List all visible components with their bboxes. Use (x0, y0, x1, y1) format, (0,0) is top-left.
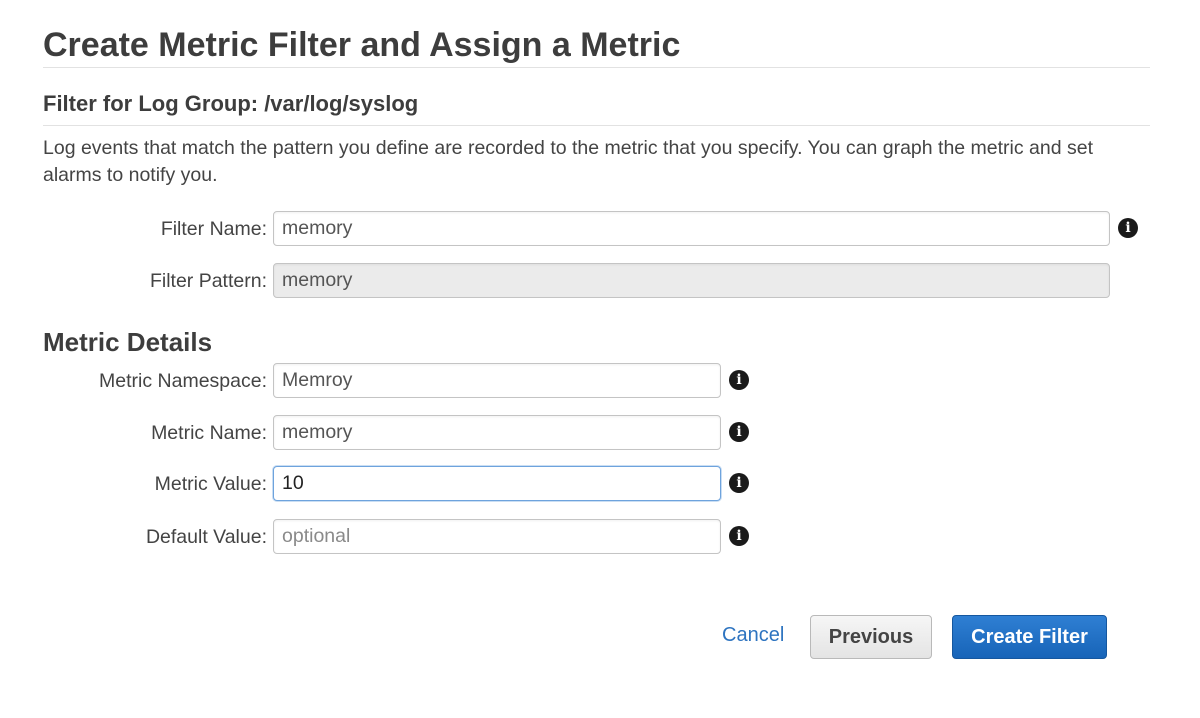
metric-name-label: Metric Name: (151, 422, 267, 444)
create-filter-button[interactable]: Create Filter (952, 615, 1107, 659)
filter-pattern-input (273, 263, 1110, 298)
metric-details-heading: Metric Details (43, 327, 213, 357)
filter-pattern-label: Filter Pattern: (149, 270, 267, 292)
default-value-input[interactable] (273, 519, 721, 554)
cancel-link[interactable]: Cancel (722, 624, 784, 647)
subtitle-divider (43, 125, 1150, 126)
log-group-subtitle: Filter for Log Group: /var/log/syslog (43, 91, 419, 116)
filter-name-label: Filter Name: (160, 218, 267, 240)
page-title: Create Metric Filter and Assign a Metric (43, 26, 681, 64)
create-metric-filter-page: Create Metric Filter and Assign a Metric… (0, 0, 1200, 718)
filter-name-info-icon[interactable]: i (1118, 218, 1138, 238)
metric-namespace-info-icon[interactable]: i (729, 370, 749, 390)
previous-button[interactable]: Previous (810, 615, 932, 659)
metric-value-label: Metric Value: (154, 473, 267, 495)
filter-name-input[interactable] (273, 211, 1110, 246)
metric-name-input[interactable] (273, 415, 721, 450)
metric-namespace-label: Metric Namespace: (99, 370, 267, 392)
metric-name-info-icon[interactable]: i (729, 422, 749, 442)
metric-value-info-icon[interactable]: i (729, 473, 749, 493)
metric-value-input[interactable] (273, 466, 721, 501)
page-description: Log events that match the pattern you de… (43, 137, 1094, 186)
default-value-info-icon[interactable]: i (729, 526, 749, 546)
title-divider (43, 67, 1150, 68)
default-value-label: Default Value: (145, 526, 267, 548)
metric-namespace-input[interactable] (273, 363, 721, 398)
